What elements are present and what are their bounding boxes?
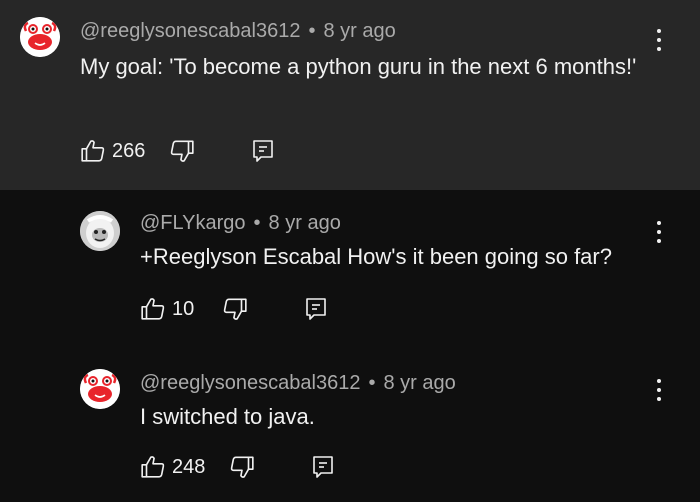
crab-avatar-icon [20,17,60,57]
comment-text: +Reeglyson Escabal How's it been going s… [140,244,612,269]
avatar[interactable] [20,17,60,57]
reply-icon[interactable] [304,296,328,322]
reply-icon[interactable] [311,454,335,480]
comment-actions: 266 [80,138,275,164]
author-name[interactable]: @reeglysonescabal3612 [80,20,300,42]
like-count: 10 [172,297,195,320]
avatar[interactable] [80,211,120,251]
thumbs-up-icon[interactable] [80,138,106,164]
meta-separator: • [308,20,316,42]
like-count: 266 [112,139,146,162]
highlighted-comment: @reeglysonescabal3612 • 8 yr ago My goal: … [0,0,700,190]
comment-meta: @FLYkargo • 8 yr ago [140,212,341,235]
thumbs-down-icon[interactable] [229,454,255,480]
author-name[interactable]: @reeglysonescabal3612 [140,372,360,394]
thumbs-down-icon[interactable] [169,138,195,164]
thumbs-up-icon[interactable] [140,296,166,322]
reply-comment: @reeglysonescabal3612 • 8 yr ago I switche… [0,350,700,502]
meta-separator: • [253,212,261,234]
comment-actions: 248 [140,454,335,480]
reply-icon[interactable] [251,138,275,164]
reply-comment: @FLYkargo • 8 yr ago +Reeglyson Escabal Ho… [0,190,700,350]
like-count: 248 [172,455,206,478]
meta-separator: • [368,372,376,394]
thumbs-up-icon[interactable] [140,454,166,480]
thumbs-down-icon[interactable] [222,296,248,322]
author-name[interactable]: @FLYkargo [140,212,246,234]
comment-meta: @reeglysonescabal3612 • 8 yr ago [80,20,396,43]
more-options-button[interactable] [652,217,666,247]
avatar[interactable] [80,369,120,409]
yeti-avatar-icon [80,211,120,251]
comment-age: 8 yr ago [383,372,456,394]
comment-text: My goal: 'To become a python guru in the… [80,54,637,79]
crab-avatar-icon [80,369,120,409]
comment-age: 8 yr ago [323,20,396,42]
more-options-button[interactable] [652,375,666,405]
comment-meta: @reeglysonescabal3612 • 8 yr ago [140,372,456,395]
more-options-button[interactable] [652,25,666,55]
comment-text: I switched to java. [140,404,315,429]
comment-age: 8 yr ago [268,212,341,234]
comment-actions: 10 [140,296,328,322]
